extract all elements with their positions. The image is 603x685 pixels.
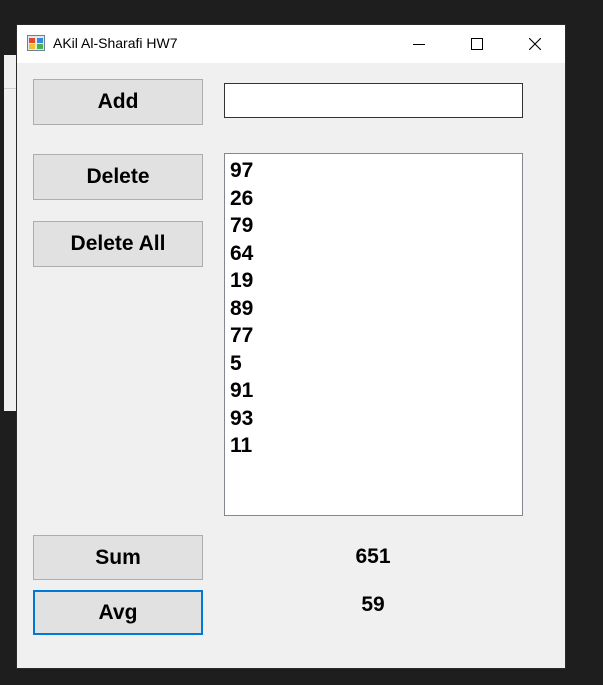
close-button[interactable]: [506, 25, 564, 63]
sum-result-label: 651: [355, 545, 391, 568]
list-item[interactable]: 91: [230, 377, 522, 405]
list-item[interactable]: 26: [230, 185, 522, 213]
sum-button[interactable]: Sum: [33, 535, 203, 580]
delete-button[interactable]: Delete: [33, 154, 203, 200]
delete-all-button[interactable]: Delete All: [33, 221, 203, 267]
list-item[interactable]: 89: [230, 295, 522, 323]
avg-result-label: 59: [361, 593, 385, 616]
app-window: AKil Al-Sharafi HW7 Add Delete Delete Al…: [17, 25, 565, 668]
add-button[interactable]: Add: [33, 79, 203, 125]
title-bar[interactable]: AKil Al-Sharafi HW7: [17, 25, 565, 63]
close-icon: [529, 38, 541, 50]
app-form-icon: [27, 35, 45, 51]
maximize-button[interactable]: [448, 25, 506, 63]
list-item[interactable]: 93: [230, 405, 522, 433]
list-item[interactable]: 79: [230, 212, 522, 240]
list-item[interactable]: 97: [230, 157, 522, 185]
maximize-icon: [471, 38, 483, 50]
window-title: AKil Al-Sharafi HW7: [53, 35, 178, 51]
list-item[interactable]: 11: [230, 432, 522, 460]
list-item[interactable]: 77: [230, 322, 522, 350]
avg-button[interactable]: Avg: [33, 590, 203, 635]
list-item[interactable]: 19: [230, 267, 522, 295]
list-item[interactable]: 64: [230, 240, 522, 268]
minimize-button[interactable]: [390, 25, 448, 63]
numbers-listbox[interactable]: 97 26 79 64 19 89 77 5 91 93 11: [224, 153, 523, 516]
list-item[interactable]: 5: [230, 350, 522, 378]
background-window-divider: [4, 88, 18, 89]
number-input[interactable]: [224, 83, 523, 118]
minimize-icon: [413, 44, 425, 45]
